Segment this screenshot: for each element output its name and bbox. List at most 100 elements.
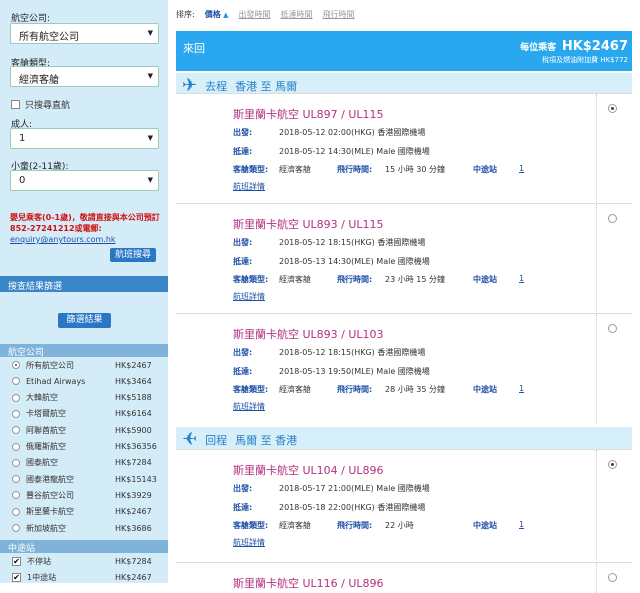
- direct-only-checkbox[interactable]: [11, 100, 20, 109]
- airline-radio[interactable]: [12, 475, 20, 484]
- airline-filter-option[interactable]: Etihad Airways HK$3464: [12, 374, 160, 388]
- flight-details-link[interactable]: 航班詳情: [233, 291, 265, 302]
- stop-checkbox[interactable]: ✔: [12, 556, 21, 566]
- airline-radio[interactable]: [12, 507, 20, 516]
- filter-option-name: 所有航空公司: [26, 360, 74, 370]
- depart-label: 出發:: [233, 238, 253, 247]
- duration-value: 23 小時 15 分鐘: [385, 275, 445, 284]
- airline-filter-option[interactable]: 所有航空公司 HK$2467: [12, 358, 160, 372]
- airline-filter-option[interactable]: 俄羅斯航空 HK$36356: [12, 440, 160, 454]
- outbound-label: 去程: [205, 79, 228, 93]
- child-select[interactable]: 0 ▼: [10, 170, 159, 191]
- sort-label: 排序:: [176, 10, 195, 19]
- depart-value: 2018-05-12 18:15(HKG) 香港國際機場: [279, 348, 426, 357]
- stops-section-title: 中途站: [0, 540, 168, 554]
- airline-select-value: 所有航空公司: [19, 32, 79, 43]
- airline-radio[interactable]: [12, 361, 20, 369]
- direct-only-label: 只搜尋直航: [25, 101, 71, 111]
- flight-select-radio[interactable]: [608, 324, 617, 333]
- arrive-value: 2018-05-18 22:00(HKG) 香港國際機場: [279, 503, 426, 512]
- airline-radio[interactable]: [12, 409, 20, 418]
- duration-value: 22 小時: [385, 521, 414, 530]
- airline-filter-option[interactable]: 國泰航空 HK$7284: [12, 456, 160, 470]
- airline-filter-option[interactable]: 阿聯酋航空 HK$5900: [12, 423, 160, 437]
- adult-select[interactable]: 1 ▼: [10, 128, 159, 149]
- cabin-select[interactable]: 經濟客艙 ▼: [10, 66, 159, 87]
- sort-by-duration[interactable]: 飛行時間: [323, 9, 355, 20]
- filter-option-price: HK$2467: [115, 507, 152, 517]
- arrive-value: 2018-05-12 14:30(MLE) Male 國際機場: [279, 147, 430, 156]
- stop-label: 中途站: [473, 165, 497, 174]
- airline-radio[interactable]: [12, 426, 20, 435]
- card-divider: [596, 94, 597, 204]
- tax-value: HK$772: [600, 56, 628, 64]
- airline-filter-option[interactable]: 新加坡航空 HK$3686: [12, 521, 160, 535]
- flight-select-radio[interactable]: [608, 214, 617, 223]
- airline-radio[interactable]: [12, 458, 20, 467]
- stop-count-link[interactable]: 1: [519, 520, 524, 529]
- airline-filter-option[interactable]: 大韓航空 HK$5188: [12, 391, 160, 405]
- child-select-value: 0: [19, 175, 26, 186]
- filter-option-name: Etihad Airways: [26, 376, 86, 386]
- arrive-value: 2018-05-13 19:50(MLE) Male 國際機場: [279, 367, 430, 376]
- card-divider: [596, 450, 597, 560]
- filter-option-price: HK$2467: [115, 360, 152, 370]
- stop-filter-option[interactable]: ✔ 不停站 HK$7284: [12, 554, 160, 568]
- arrive-label: 抵達:: [233, 147, 253, 156]
- airline-radio[interactable]: [12, 491, 20, 500]
- filter-results-button[interactable]: 篩選結果: [58, 313, 111, 328]
- airline-radio[interactable]: [12, 393, 20, 402]
- flight-details-link[interactable]: 航班詳情: [233, 537, 265, 548]
- flight-card[interactable]: 斯里蘭卡航空 UL116 / UL896: [176, 562, 632, 593]
- stop-filter-option[interactable]: ✔ 1中途站 HK$2467: [12, 570, 160, 584]
- direct-only-option[interactable]: 只搜尋直航: [11, 98, 70, 111]
- flight-card[interactable]: 斯里蘭卡航空 UL893 / UL103 出發: 2018-05-12 18:15(…: [176, 313, 632, 424]
- cabin-duration-row: 客艙類型: 經濟客艙 飛行時間: 23 小時 15 分鐘: [233, 274, 445, 285]
- flight-select-radio[interactable]: [608, 104, 617, 113]
- inbound-to-word: 至: [260, 433, 272, 447]
- depart-value: 2018-05-12 02:00(HKG) 香港國際機場: [279, 128, 426, 137]
- flight-card[interactable]: 斯里蘭卡航空 UL893 / UL115 出發: 2018-05-12 18:15(…: [176, 203, 632, 314]
- inbound-to: 香港: [275, 433, 298, 447]
- email-link[interactable]: enquiry@anytours.com.hk: [10, 235, 116, 244]
- airline-radio[interactable]: [12, 377, 20, 386]
- flight-card[interactable]: 斯里蘭卡航空 UL104 / UL896 出發: 2018-05-17 21:00(…: [176, 449, 632, 560]
- inbound-from: 馬爾: [235, 433, 258, 447]
- search-flights-button[interactable]: 航班搜尋: [110, 248, 156, 262]
- chevron-down-icon: ▼: [147, 29, 153, 37]
- stop-count-link[interactable]: 1: [519, 274, 524, 283]
- stop-count-link[interactable]: 1: [519, 384, 524, 393]
- sort-by-depart-time[interactable]: 出發時間: [239, 9, 271, 20]
- outbound-to-word: 至: [260, 79, 272, 93]
- airline-radio[interactable]: [12, 442, 20, 451]
- filter-option-name: 國泰航空: [26, 458, 58, 468]
- chevron-down-icon: ▼: [147, 134, 153, 142]
- trip-type: 來回: [183, 42, 205, 55]
- stop-count-link[interactable]: 1: [519, 164, 524, 173]
- sort-by-arrive-time[interactable]: 抵達時間: [281, 9, 313, 20]
- flight-details-link[interactable]: 航班詳情: [233, 181, 265, 192]
- duration-value: 15 小時 30 分鐘: [385, 165, 445, 174]
- filter-option-name: 不停站: [27, 556, 51, 566]
- airline-filter-option[interactable]: 卡塔爾航空 HK$6164: [12, 407, 160, 421]
- filter-option-price: HK$3464: [115, 376, 152, 386]
- sort-by-price[interactable]: 價格: [205, 9, 229, 20]
- filter-option-name: 豐谷航空公司: [26, 490, 74, 500]
- flight-card[interactable]: 斯里蘭卡航空 UL897 / UL115 出發: 2018-05-12 02:00(…: [176, 93, 632, 204]
- duration-label: 飛行時間:: [337, 385, 373, 394]
- stop-checkbox[interactable]: ✔: [12, 572, 21, 582]
- flight-select-radio[interactable]: [608, 460, 617, 469]
- cabin-label: 客艙類型:: [233, 385, 269, 394]
- flight-select-radio[interactable]: [608, 573, 617, 582]
- flight-details-link[interactable]: 航班詳情: [233, 401, 265, 412]
- filter-option-name: 阿聯酋航空: [26, 425, 66, 435]
- cabin-duration-row: 客艙類型: 經濟客艙 飛行時間: 15 小時 30 分鐘: [233, 164, 445, 175]
- depart-label: 出發:: [233, 484, 253, 493]
- depart-value: 2018-05-17 21:00(MLE) Male 國際機場: [279, 484, 430, 493]
- airline-radio[interactable]: [12, 524, 20, 532]
- airline-filter-option[interactable]: 國泰港龍航空 HK$15143: [12, 472, 160, 486]
- airline-select[interactable]: 所有航空公司 ▼: [10, 23, 159, 44]
- airline-filter-option[interactable]: 斯里蘭卡航空 HK$2467: [12, 505, 160, 519]
- price-summary: 每位乘客 HK$2467 稅項及燃油附加費 HK$772: [520, 39, 628, 65]
- airline-filter-option[interactable]: 豐谷航空公司 HK$3929: [12, 488, 160, 502]
